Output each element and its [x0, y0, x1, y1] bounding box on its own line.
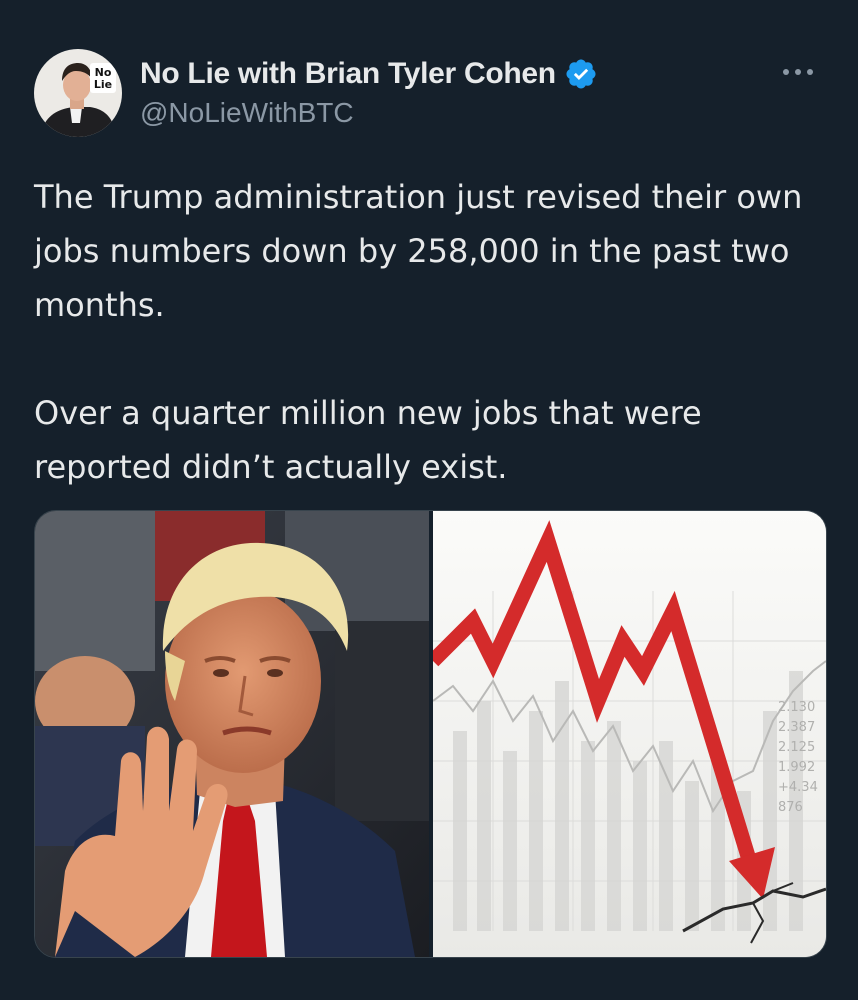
- tweet-media[interactable]: 2.130 2.387 2.125 1.992 +4.34 876: [34, 510, 827, 958]
- tweet-paragraph-2: Over a quarter million new jobs that wer…: [34, 394, 702, 486]
- trump-photo[interactable]: [35, 511, 429, 957]
- tweet-text: The Trump administration just revised th…: [34, 170, 824, 494]
- tweet-paragraph-1: The Trump administration just revised th…: [34, 178, 803, 324]
- avatar[interactable]: No Lie: [34, 49, 122, 137]
- avatar-logo-text-2: Lie: [94, 78, 112, 91]
- chart-tick-label-2: 2.387: [778, 720, 815, 735]
- declining-chart-graphic[interactable]: 2.130 2.387 2.125 1.992 +4.34 876: [433, 511, 826, 957]
- display-name[interactable]: No Lie with Brian Tyler Cohen: [140, 57, 556, 91]
- chart-tick-label-6: 876: [778, 800, 803, 815]
- chart-tick-label-1: 2.130: [778, 700, 815, 715]
- chart-tick-label-5: +4.34: [778, 780, 818, 795]
- tweet-card: No Lie No Lie with Brian Tyler Cohen @No…: [0, 0, 858, 1000]
- author-handle[interactable]: @NoLieWithBTC: [140, 97, 598, 129]
- chart-tick-label-3: 2.125: [778, 740, 815, 755]
- author-name-row[interactable]: No Lie with Brian Tyler Cohen: [140, 57, 598, 91]
- more-options-icon: [783, 69, 813, 75]
- more-options-button[interactable]: [776, 50, 820, 94]
- tweet-header: No Lie No Lie with Brian Tyler Cohen @No…: [34, 49, 838, 137]
- author-names: No Lie with Brian Tyler Cohen @NoLieWith…: [140, 57, 598, 129]
- chart-tick-label-4: 1.992: [778, 760, 815, 775]
- verified-badge-icon[interactable]: [564, 57, 598, 91]
- avatar-image: No Lie: [34, 49, 122, 137]
